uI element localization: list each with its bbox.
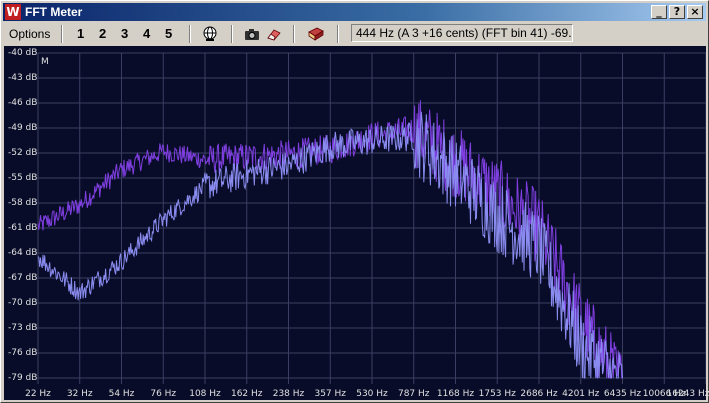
toolbar-separator: [189, 25, 191, 43]
x-tick-label: 76 Hz: [150, 389, 177, 399]
book-icon[interactable]: [307, 26, 325, 42]
x-tick-label: 6435 Hz: [603, 389, 642, 399]
toolbar: Options 1 2 3 4 5 444 Hz (A 3 +16 cents)…: [3, 23, 706, 45]
globe-icon[interactable]: [201, 26, 219, 42]
help-button[interactable]: ?: [669, 5, 685, 19]
toolbar-separator: [231, 25, 233, 43]
title-bar[interactable]: W FFT Meter _ ? ×: [3, 3, 706, 21]
x-tick-label: 357 Hz: [314, 389, 347, 399]
y-tick-label: -73 dB: [8, 323, 38, 333]
y-tick-label: -70 dB: [8, 298, 38, 308]
x-tick-label: 16243 Hz: [666, 389, 709, 399]
toolbar-separator: [61, 25, 63, 43]
peak-marker-label: M: [41, 57, 49, 67]
y-tick-label: -49 dB: [8, 123, 38, 133]
options-menu[interactable]: Options: [9, 26, 50, 42]
spectrum-chart: [37, 52, 706, 384]
x-tick-label: 787 Hz: [397, 389, 430, 399]
x-tick-label: 1753 Hz: [478, 389, 516, 399]
y-tick-label: -40 dB: [8, 48, 38, 58]
y-tick-label: -67 dB: [8, 273, 38, 283]
x-tick-label: 54 Hz: [108, 389, 135, 399]
minimize-button[interactable]: _: [651, 5, 667, 19]
app-logo-icon: W: [5, 4, 21, 20]
preset-5-button[interactable]: 5: [165, 26, 172, 42]
frequency-readout: 444 Hz (A 3 +16 cents) (FFT bin 41) -69.…: [351, 24, 573, 42]
close-button[interactable]: ×: [687, 5, 703, 19]
preset-3-button[interactable]: 3: [121, 26, 128, 42]
toolbar-separator: [337, 25, 339, 43]
x-tick-label: 1168 Hz: [436, 389, 475, 399]
x-tick-label: 108 Hz: [189, 389, 221, 399]
preset-4-button[interactable]: 4: [143, 26, 150, 42]
y-tick-label: -52 dB: [8, 148, 38, 158]
y-tick-label: -76 dB: [8, 348, 38, 358]
y-tick-label: -79 dB: [8, 373, 38, 383]
toolbar-separator: [293, 25, 295, 43]
y-tick-label: -46 dB: [8, 98, 38, 108]
preset-1-button[interactable]: 1: [77, 26, 84, 42]
x-tick-label: 530 Hz: [356, 389, 388, 399]
eraser-icon[interactable]: [265, 26, 283, 42]
y-tick-label: -55 dB: [8, 173, 38, 183]
spectrum-plot[interactable]: M -40 dB -43 dB -46 dB -49 dB -52 dB -55 dB -5…: [4, 46, 709, 400]
x-tick-label: 2686 Hz: [520, 389, 558, 399]
y-tick-label: -61 dB: [8, 223, 38, 233]
x-tick-label: 238 Hz: [272, 389, 305, 399]
x-tick-label: 32 Hz: [66, 389, 93, 399]
camera-icon[interactable]: [243, 26, 261, 42]
y-tick-label: -43 dB: [8, 73, 38, 83]
y-tick-label: -64 dB: [8, 248, 38, 258]
x-tick-label: 22 Hz: [25, 389, 51, 399]
window-title: FFT Meter: [25, 5, 83, 19]
y-tick-label: -58 dB: [8, 198, 38, 208]
x-tick-label: 162 Hz: [230, 389, 263, 399]
fft-meter-window: W FFT Meter _ ? × Options 1 2 3 4 5 444 …: [0, 0, 709, 403]
preset-2-button[interactable]: 2: [99, 26, 106, 42]
x-tick-label: 4201 Hz: [562, 389, 600, 399]
